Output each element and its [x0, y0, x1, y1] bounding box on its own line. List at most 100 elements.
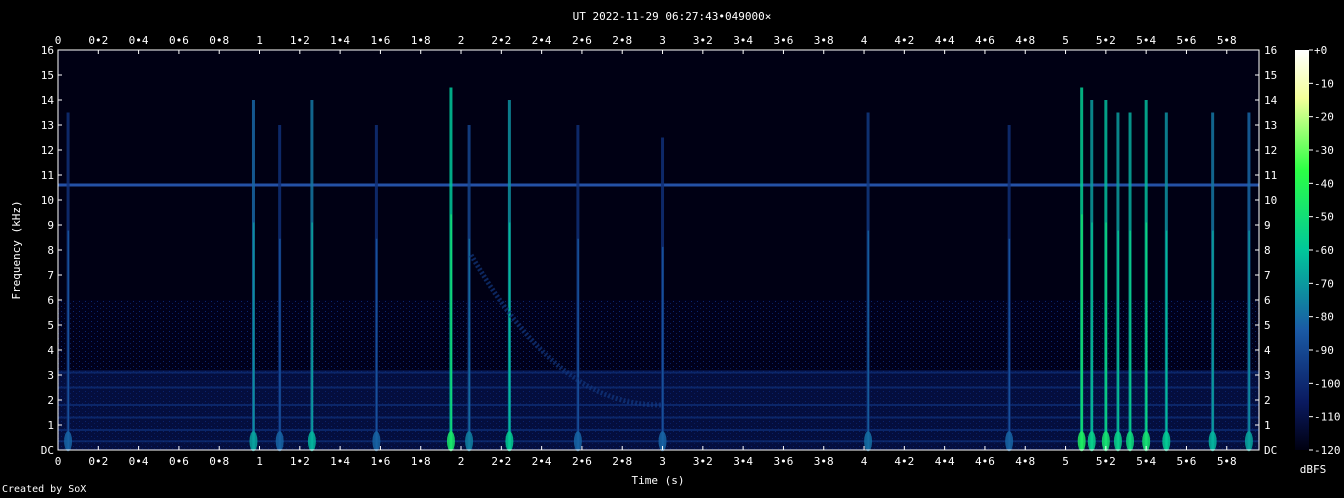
x-tick-label-top-23: 4•6	[975, 34, 995, 47]
x-tick-label-bottom-15: 3	[659, 455, 666, 468]
colorbar-tick-label-4: -40	[1314, 177, 1334, 190]
colorbar-tick-label-3: -30	[1314, 144, 1334, 157]
y-axis-label: Frequency (kHz)	[10, 200, 23, 299]
x-tick-label-top-28: 5•6	[1177, 34, 1197, 47]
colorbar-tick-label-9: -90	[1314, 344, 1334, 357]
x-tick-label-top-22: 4•4	[935, 34, 955, 47]
colorbar-tick-label-5: -50	[1314, 211, 1334, 224]
x-tick-label-top-29: 5•8	[1217, 34, 1237, 47]
y-tick-label-right-16: 16	[1264, 44, 1277, 57]
y-tick-label-right-2: 2	[1264, 394, 1271, 407]
hum-line	[58, 183, 1259, 187]
y-tick-label-left-14: 14	[41, 94, 55, 107]
x-tick-label-bottom-4: 0•8	[209, 455, 229, 468]
colorbar-label: dBFS	[1300, 463, 1327, 476]
y-tick-label-right-4: 4	[1264, 344, 1271, 357]
x-tick-label-top-13: 2•6	[572, 34, 592, 47]
y-tick-label-left-6: 6	[47, 294, 54, 307]
x-tick-label-top-5: 1	[256, 34, 263, 47]
x-tick-label-bottom-1: 0•2	[88, 455, 108, 468]
harmonic-band-3	[58, 404, 1259, 406]
x-tick-label-bottom-2: 0•4	[129, 455, 149, 468]
x-tick-label-top-6: 1•2	[290, 34, 310, 47]
x-tick-label-bottom-19: 3•8	[814, 455, 834, 468]
x-tick-label-bottom-26: 5•2	[1096, 455, 1116, 468]
y-tick-label-right-5: 5	[1264, 319, 1271, 332]
y-tick-label-right-12: 12	[1264, 144, 1277, 157]
x-tick-label-top-26: 5•2	[1096, 34, 1116, 47]
x-tick-label-bottom-17: 3•4	[733, 455, 753, 468]
y-tick-label-left-7: 7	[47, 269, 54, 282]
x-tick-label-bottom-18: 3•6	[773, 455, 793, 468]
x-tick-label-bottom-11: 2•2	[491, 455, 511, 468]
x-tick-label-top-7: 1•4	[330, 34, 350, 47]
y-tick-label-left-8: 8	[47, 244, 54, 257]
x-tick-label-bottom-24: 4•8	[1015, 455, 1035, 468]
colorbar-tick-label-10: -100	[1314, 377, 1341, 390]
harmonic-band-4	[58, 386, 1259, 389]
x-tick-label-bottom-25: 5	[1062, 455, 1069, 468]
x-tick-label-bottom-21: 4•2	[894, 455, 914, 468]
y-tick-label-right-0: DC	[1264, 444, 1277, 457]
y-tick-label-left-4: 4	[47, 344, 54, 357]
x-tick-label-top-9: 1•8	[411, 34, 431, 47]
x-tick-label-bottom-9: 1•8	[411, 455, 431, 468]
x-tick-label-top-27: 5•4	[1136, 34, 1156, 47]
y-tick-label-right-13: 13	[1264, 119, 1277, 132]
x-tick-label-top-4: 0•8	[209, 34, 229, 47]
colorbar-tick-label-12: -120	[1314, 444, 1341, 457]
x-tick-label-bottom-8: 1•6	[370, 455, 390, 468]
y-tick-label-right-3: 3	[1264, 369, 1271, 382]
harmonic-band-5	[58, 371, 1259, 374]
y-tick-label-right-10: 10	[1264, 194, 1277, 207]
x-tick-label-top-1: 0•2	[88, 34, 108, 47]
x-tick-label-top-21: 4•2	[894, 34, 914, 47]
y-tick-label-right-14: 14	[1264, 94, 1278, 107]
x-tick-label-bottom-20: 4	[861, 455, 868, 468]
colorbar-tick-label-1: -10	[1314, 77, 1334, 90]
x-tick-label-top-20: 4	[861, 34, 868, 47]
x-tick-label-top-24: 4•8	[1015, 34, 1035, 47]
y-tick-label-right-7: 7	[1264, 269, 1271, 282]
colorbar-tick-label-6: -60	[1314, 244, 1334, 257]
x-tick-label-top-0: 0	[55, 34, 62, 47]
x-tick-label-top-12: 2•4	[532, 34, 552, 47]
x-tick-label-bottom-5: 1	[256, 455, 263, 468]
colorbar-tick-label-11: -110	[1314, 411, 1341, 424]
harmonic-band-1	[58, 429, 1259, 431]
colorbar-tick-label-2: -20	[1314, 111, 1334, 124]
x-tick-label-top-11: 2•2	[491, 34, 511, 47]
y-tick-label-right-9: 9	[1264, 219, 1271, 232]
y-tick-label-left-9: 9	[47, 219, 54, 232]
x-tick-label-bottom-28: 5•6	[1177, 455, 1197, 468]
y-tick-label-left-12: 12	[41, 144, 54, 157]
x-tick-label-top-25: 5	[1062, 34, 1069, 47]
x-tick-label-bottom-7: 1•4	[330, 455, 350, 468]
x-tick-label-bottom-22: 4•4	[935, 455, 955, 468]
y-tick-label-right-15: 15	[1264, 69, 1277, 82]
colorbar-tick-label-0: +0	[1314, 44, 1327, 57]
x-axis-label: Time (s)	[632, 474, 685, 487]
x-tick-label-top-3: 0•6	[169, 34, 189, 47]
x-tick-label-bottom-16: 3•2	[693, 455, 713, 468]
y-tick-label-left-2: 2	[47, 394, 54, 407]
x-tick-label-bottom-6: 1•2	[290, 455, 310, 468]
colorbar-tick-label-7: -70	[1314, 277, 1334, 290]
x-tick-label-top-2: 0•4	[129, 34, 149, 47]
x-tick-label-bottom-10: 2	[458, 455, 465, 468]
x-tick-label-bottom-27: 5•4	[1136, 455, 1156, 468]
y-tick-label-left-11: 11	[41, 169, 54, 182]
chart-title: UT 2022-11-29 06:27:43•049000×	[573, 10, 772, 23]
x-tick-label-bottom-23: 4•6	[975, 455, 995, 468]
plot-area	[57, 49, 1260, 452]
x-tick-label-bottom-3: 0•6	[169, 455, 189, 468]
x-tick-label-top-17: 3•4	[733, 34, 753, 47]
x-tick-label-top-18: 3•6	[773, 34, 793, 47]
y-tick-label-right-11: 11	[1264, 169, 1277, 182]
x-tick-label-bottom-29: 5•8	[1217, 455, 1237, 468]
x-tick-label-bottom-0: 0	[55, 455, 62, 468]
y-tick-label-left-16: 16	[41, 44, 54, 57]
x-tick-label-bottom-14: 2•8	[612, 455, 632, 468]
y-tick-label-right-1: 1	[1264, 419, 1271, 432]
y-tick-label-right-6: 6	[1264, 294, 1271, 307]
